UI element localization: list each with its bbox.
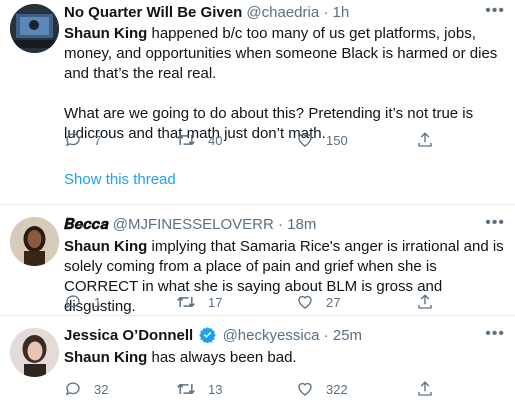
avatar[interactable] <box>10 217 59 266</box>
tweet-header: 𝑩𝒆𝒄𝒄𝒂 @MJFINESSELOVERR · 18m <box>64 215 316 235</box>
share-icon <box>418 294 432 309</box>
share-button[interactable] <box>416 380 434 398</box>
tweet-text: Shaun King has always been bad. <box>64 348 504 368</box>
share-icon <box>418 132 432 147</box>
tweet-actions: 7 40 150 <box>64 131 444 151</box>
like-count: 150 <box>326 132 348 148</box>
tweet-text: Shaun King happened b/c too many of us g… <box>64 24 504 144</box>
mention[interactable]: Shaun King <box>64 349 147 366</box>
mention[interactable]: Shaun King <box>64 25 147 42</box>
retweet-count: 17 <box>208 294 223 310</box>
tweet-text-segment: has always been bad. <box>147 349 297 366</box>
reply-count: 32 <box>94 381 109 397</box>
retweet-count: 40 <box>208 132 223 148</box>
display-name[interactable]: Jessica O’Donnell <box>64 327 193 344</box>
tweet[interactable]: Jessica O’Donnell @heckyessica · 25m •••… <box>0 316 515 402</box>
tweet[interactable]: No Quarter Will Be Given @chaedria · 1h … <box>0 0 515 204</box>
tweet-actions: 1 17 27 <box>64 293 444 313</box>
avatar[interactable] <box>10 4 59 53</box>
display-name[interactable]: No Quarter Will Be Given <box>64 4 242 21</box>
share-button[interactable] <box>416 293 434 311</box>
reply-button[interactable]: 32 <box>64 380 108 398</box>
reply-icon <box>65 382 80 396</box>
user-handle[interactable]: @chaedria <box>246 4 319 21</box>
display-name[interactable]: 𝑩𝒆𝒄𝒄𝒂 <box>64 216 109 233</box>
tweet-actions: 32 13 322 <box>64 380 444 400</box>
tweet[interactable]: 𝑩𝒆𝒄𝒄𝒂 @MJFINESSELOVERR · 18m ••• Shaun K… <box>0 205 515 315</box>
separator: · <box>323 327 329 344</box>
retweet-icon <box>177 134 195 146</box>
timestamp[interactable]: 1h <box>333 4 350 21</box>
heart-icon <box>298 295 312 309</box>
share-icon <box>418 381 432 396</box>
tweet-header: No Quarter Will Be Given @chaedria · 1h <box>64 3 349 23</box>
user-handle[interactable]: @heckyessica <box>223 327 320 344</box>
like-button[interactable]: 322 <box>296 380 348 398</box>
reply-button[interactable]: 1 <box>64 293 101 311</box>
timestamp[interactable]: 18m <box>287 216 316 233</box>
timestamp[interactable]: 25m <box>333 327 362 344</box>
more-icon[interactable]: ••• <box>485 325 505 343</box>
like-count: 322 <box>326 381 348 397</box>
retweet-count: 13 <box>208 381 223 397</box>
retweet-button[interactable]: 40 <box>176 131 222 149</box>
show-thread-link[interactable]: Show this thread <box>64 171 176 188</box>
user-handle[interactable]: @MJFINESSELOVERR <box>113 216 274 233</box>
reply-count: 7 <box>94 132 102 148</box>
avatar[interactable] <box>10 328 59 377</box>
retweet-button[interactable]: 17 <box>176 293 222 311</box>
reply-icon <box>65 295 80 309</box>
like-count: 27 <box>326 294 341 310</box>
separator: · <box>277 216 283 233</box>
mention[interactable]: Shaun King <box>64 238 147 255</box>
verified-badge-icon <box>199 327 217 343</box>
heart-icon <box>298 133 312 147</box>
retweet-icon <box>177 296 195 308</box>
retweet-button[interactable]: 13 <box>176 380 222 398</box>
reply-icon <box>65 133 80 147</box>
retweet-icon <box>177 383 195 395</box>
reply-count: 1 <box>94 294 102 310</box>
tweet-header: Jessica O’Donnell @heckyessica · 25m <box>64 326 362 346</box>
heart-icon <box>298 382 312 396</box>
more-icon[interactable]: ••• <box>485 2 505 20</box>
like-button[interactable]: 27 <box>296 293 340 311</box>
like-button[interactable]: 150 <box>296 131 348 149</box>
reply-button[interactable]: 7 <box>64 131 101 149</box>
more-icon[interactable]: ••• <box>485 214 505 232</box>
separator: · <box>323 4 329 21</box>
share-button[interactable] <box>416 131 434 149</box>
